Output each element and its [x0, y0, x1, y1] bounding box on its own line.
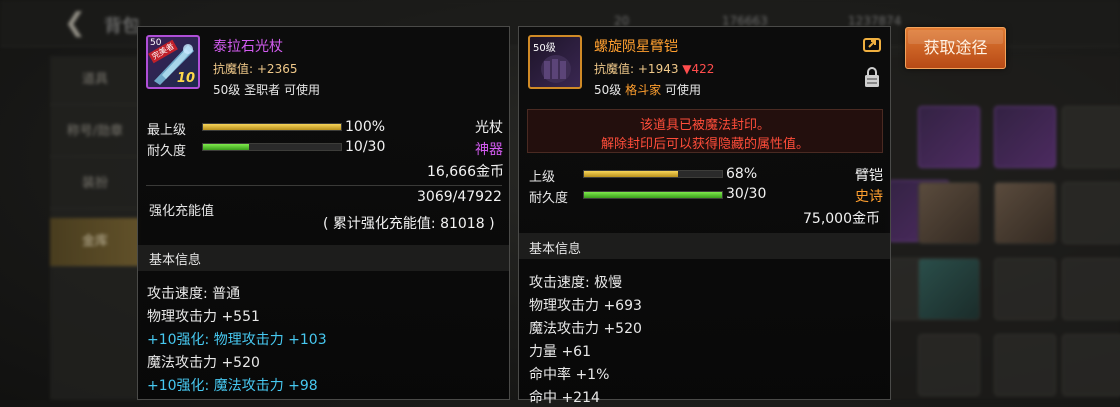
enhance-badge: 10	[176, 71, 195, 86]
durability-label: 耐久度	[529, 191, 569, 206]
back-label: 背包	[104, 16, 140, 37]
inventory-slot[interactable]	[918, 106, 980, 168]
durability-bar	[583, 191, 723, 199]
grade-label: 最上级	[147, 123, 187, 138]
inventory-slot[interactable]	[1062, 106, 1120, 168]
inventory-slot[interactable]	[994, 258, 1056, 320]
inventory-slot[interactable]	[918, 334, 980, 396]
inventory-slot[interactable]	[918, 258, 980, 320]
attr-physical-attack: 物理攻击力 +693	[529, 298, 642, 314]
item-level: 50级	[213, 83, 241, 97]
seal-notice: 该道具已被魔法封印。 解除封印后可以获得隐藏的属性值。	[527, 109, 883, 153]
durability-bar-fill	[584, 192, 722, 198]
button-shine	[908, 30, 1003, 44]
inventory-slot[interactable]	[994, 334, 1056, 396]
share-icon[interactable]	[863, 36, 881, 52]
attr-enhance-magic: +10强化: 魔法攻击力 +98	[147, 378, 318, 394]
divider	[146, 185, 502, 186]
inventory-slot[interactable]	[1062, 182, 1120, 244]
stat-label: 抗魔值:	[594, 62, 635, 76]
sidebar-item-avatar[interactable]: 装扮	[50, 160, 140, 209]
anti-magic-stat: 抗魔值: +2365	[213, 60, 297, 77]
grade-percent: 100%	[345, 119, 386, 135]
item-price: 75,000金币	[803, 211, 880, 227]
inventory-slot[interactable]	[918, 182, 980, 244]
armguard-item-icon: 50级	[528, 35, 582, 89]
stat-label: 抗魔值:	[213, 62, 254, 76]
inventory-slot[interactable]	[994, 106, 1056, 168]
usable-text: 可使用	[664, 83, 701, 97]
item-type: 臂铠	[855, 168, 883, 184]
durability-bar-fill	[203, 144, 249, 150]
durability-bar	[202, 143, 342, 151]
attr-magic-attack: 魔法攻击力 +520	[529, 321, 642, 337]
inventory-slot[interactable]	[994, 182, 1056, 244]
attr-hit-rate: 命中率 +1%	[529, 367, 610, 383]
anti-magic-stat: 抗魔值: +1943 ▼422	[594, 60, 714, 77]
grade-bar-fill	[203, 124, 341, 130]
charge-value: 3069/47922	[417, 189, 502, 205]
attr-physical-attack: 物理攻击力 +551	[147, 309, 260, 325]
attr-hit: 命中 +214	[529, 390, 600, 406]
lock-icon	[865, 67, 879, 87]
grade-percent: 68%	[726, 166, 758, 182]
charge-label: 强化充能值	[149, 204, 215, 219]
grade-bar	[202, 123, 342, 131]
item-type: 光杖	[475, 120, 503, 136]
attr-attack-speed: 攻击速度: 普通	[147, 286, 241, 302]
level-class-line: 50级 圣职者 可使用	[213, 81, 320, 98]
item-tooltip-staff: 50 完美者 10 泰拉石光杖 抗魔值: +2365 50级 圣职者 可使用 最…	[137, 26, 510, 400]
usable-text: 可使用	[283, 83, 320, 97]
item-tooltip-armguard: 50级 螺旋陨星臂铠 抗魔值: +1943 ▼422 50级 格斗家 可使用 该…	[518, 26, 891, 406]
item-price: 16,666金币	[427, 164, 504, 180]
attr-magic-attack: 魔法攻击力 +520	[147, 355, 260, 371]
item-level: 50级	[594, 83, 622, 97]
staff-item-icon: 50 完美者 10	[146, 35, 200, 89]
item-name: 泰拉石光杖	[213, 39, 283, 55]
charge-total: ( 累计强化充能值: 81018 )	[323, 216, 495, 232]
back-arrow-icon[interactable]: ❮	[64, 8, 96, 38]
durability-label: 耐久度	[147, 144, 187, 159]
item-class: 圣职者	[244, 83, 281, 97]
inventory-sidebar: 道具 称号/勋章 装扮 金库	[50, 56, 140, 400]
seal-notice-line: 解除封印后可以获得隐藏的属性值。	[600, 137, 809, 152]
basic-info-title: 基本信息	[149, 253, 202, 268]
item-name: 螺旋陨星臂铠	[594, 39, 678, 55]
sidebar-item-vault[interactable]: 金库	[50, 218, 140, 267]
grade-bar-fill	[584, 171, 678, 177]
attr-strength: 力量 +61	[529, 344, 591, 360]
durability-value: 30/30	[726, 186, 767, 202]
item-rarity: 神器	[475, 142, 503, 158]
sidebar-item-props[interactable]: 道具	[50, 56, 140, 105]
attr-attack-speed: 攻击速度: 极慢	[529, 275, 623, 291]
sidebar-item-titles[interactable]: 称号/勋章	[50, 108, 140, 157]
item-class: 格斗家	[625, 83, 662, 97]
durability-value: 10/30	[345, 139, 386, 155]
stat-value: +2365	[256, 62, 298, 76]
grade-label: 上级	[529, 170, 556, 185]
stat-value: +1943	[637, 62, 679, 76]
inventory-slot[interactable]	[1062, 334, 1120, 396]
grade-bar	[583, 170, 723, 178]
seal-notice-line: 该道具已被魔法封印。	[639, 118, 770, 133]
acquire-route-button[interactable]: 获取途径	[905, 27, 1006, 69]
stat-decrease: ▼422	[682, 62, 715, 76]
item-rarity: 史诗	[855, 189, 883, 205]
icon-level: 50级	[533, 43, 556, 54]
attr-enhance-physical: +10强化: 物理攻击力 +103	[147, 332, 327, 348]
level-class-line: 50级 格斗家 可使用	[594, 81, 701, 98]
basic-info-title: 基本信息	[529, 242, 582, 257]
inventory-slot[interactable]	[1062, 258, 1120, 320]
